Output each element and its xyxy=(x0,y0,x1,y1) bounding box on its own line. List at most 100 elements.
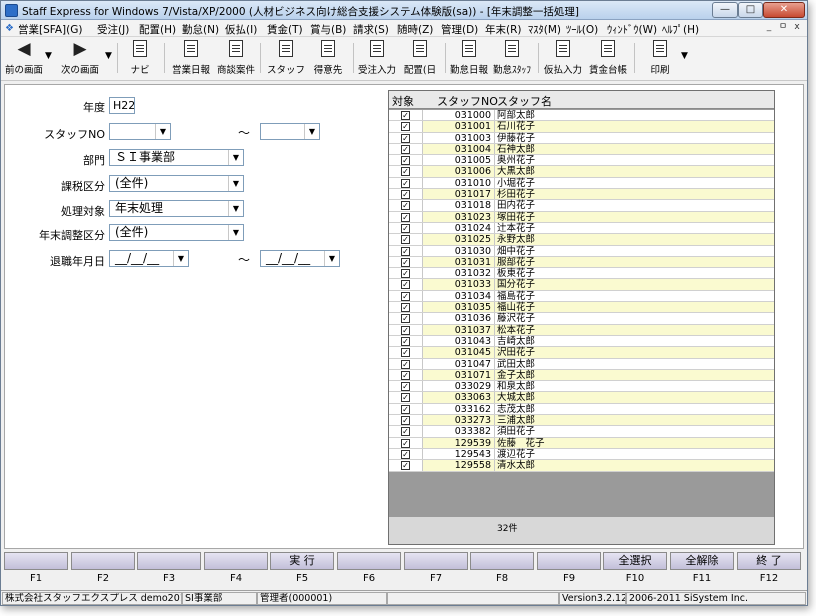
target-cell[interactable]: ✓ xyxy=(389,324,423,335)
menu-admin[interactable]: 管理(D) xyxy=(441,22,478,37)
dept-select[interactable]: ＳＩ事業部 ▼ xyxy=(109,149,244,166)
target-checkbox[interactable]: ✓ xyxy=(401,370,410,380)
adjust-select[interactable]: (全件) ▼ xyxy=(109,224,244,241)
target-checkbox[interactable]: ✓ xyxy=(401,303,410,313)
target-cell[interactable]: ✓ xyxy=(389,121,423,132)
fkey-f10-button[interactable]: 全選択 xyxy=(603,552,667,570)
staff-button[interactable]: スタッフ xyxy=(264,39,308,79)
target-cell[interactable]: ✓ xyxy=(389,234,423,245)
table-row[interactable]: ✓ 031024 辻本花子 xyxy=(389,222,774,235)
target-checkbox[interactable]: ✓ xyxy=(401,212,410,222)
menu-anytime[interactable]: 随時(Z) xyxy=(397,22,433,37)
wage-ledger-button[interactable]: 賃金台帳 xyxy=(586,39,630,79)
target-cell[interactable]: ✓ xyxy=(389,302,423,313)
target-checkbox[interactable]: ✓ xyxy=(401,393,410,403)
col-staff-name[interactable]: スタッフ名 xyxy=(497,93,552,109)
back-dropdown-icon[interactable]: ▼ xyxy=(45,51,52,61)
attendance-report-button[interactable]: 勤怠日報 xyxy=(448,39,490,79)
target-cell[interactable]: ✓ xyxy=(389,460,423,471)
target-checkbox[interactable]: ✓ xyxy=(401,449,410,459)
menu-master[interactable]: ﾏｽﾀ(M) xyxy=(528,22,561,37)
fkey-f7-button[interactable] xyxy=(404,552,468,570)
menu-bonus[interactable]: 賞与(B) xyxy=(310,22,346,37)
target-checkbox[interactable]: ✓ xyxy=(401,223,410,233)
table-row[interactable]: ✓ 031006 大黒太郎 xyxy=(389,166,774,178)
menu-placement[interactable]: 配置(H) xyxy=(139,22,176,37)
mdi-minimize-button[interactable]: _ xyxy=(763,22,775,34)
target-checkbox[interactable]: ✓ xyxy=(401,122,410,132)
target-cell[interactable]: ✓ xyxy=(389,132,423,143)
table-row[interactable]: ✓ 033029 和泉太郎 xyxy=(389,381,774,393)
target-cell[interactable]: ✓ xyxy=(389,279,423,290)
advance-entry-button[interactable]: 仮払入力 xyxy=(541,39,585,79)
table-row[interactable]: ✓ 031034 福島花子 xyxy=(389,290,774,303)
navi-button[interactable]: ナビ xyxy=(122,39,158,79)
target-checkbox[interactable]: ✓ xyxy=(401,382,410,392)
target-cell[interactable]: ✓ xyxy=(389,369,423,381)
deal-button[interactable]: 商談案件 xyxy=(213,39,259,79)
fkey-f3-button[interactable] xyxy=(137,552,201,570)
table-row[interactable]: ✓ 031005 奥州花子 xyxy=(389,155,774,167)
target-cell[interactable]: ✓ xyxy=(389,426,423,437)
attendance-staff-button[interactable]: 勤怠ｽﾀｯﾌ xyxy=(490,39,534,79)
target-checkbox[interactable]: ✓ xyxy=(401,257,410,267)
table-row[interactable]: ✓ 031037 松本花子 xyxy=(389,324,774,336)
table-row[interactable]: ✓ 031035 福山花子 xyxy=(389,302,774,314)
table-row[interactable]: ✓ 031047 武田太郎 xyxy=(389,358,774,370)
target-checkbox[interactable]: ✓ xyxy=(401,144,410,154)
fkey-f1-button[interactable] xyxy=(4,552,68,570)
print-button[interactable]: 印刷 xyxy=(642,39,678,79)
table-row[interactable]: ✓ 031043 吉崎太郎 xyxy=(389,335,774,348)
table-row[interactable]: ✓ 031004 石神太郎 xyxy=(389,143,774,156)
menu-advance[interactable]: 仮払(I) xyxy=(225,22,257,37)
table-row[interactable]: ✓ 031032 板東花子 xyxy=(389,268,774,280)
target-checkbox[interactable]: ✓ xyxy=(401,280,410,290)
target-cell[interactable]: ✓ xyxy=(389,335,423,347)
target-cell[interactable]: ✓ xyxy=(389,347,423,358)
year-input[interactable]: H22 xyxy=(109,97,135,114)
table-row[interactable]: ✓ 031003 伊藤花子 xyxy=(389,132,774,144)
table-row[interactable]: ✓ 129543 渡辺花子 xyxy=(389,448,774,461)
retire-to-date[interactable]: __/__/__ ▼ xyxy=(260,250,340,267)
target-cell[interactable]: ✓ xyxy=(389,448,423,460)
fkey-f4-button[interactable] xyxy=(204,552,268,570)
target-checkbox[interactable]: ✓ xyxy=(401,235,410,245)
target-checkbox[interactable]: ✓ xyxy=(401,269,410,279)
target-cell[interactable]: ✓ xyxy=(389,245,423,256)
table-row[interactable]: ✓ 031030 畑中花子 xyxy=(389,245,774,257)
target-checkbox[interactable]: ✓ xyxy=(401,133,410,143)
target-cell[interactable]: ✓ xyxy=(389,381,423,392)
target-cell[interactable]: ✓ xyxy=(389,403,423,415)
table-row[interactable]: ✓ 031018 田内花子 xyxy=(389,200,774,212)
target-cell[interactable]: ✓ xyxy=(389,143,423,155)
table-row[interactable]: ✓ 033063 大城太郎 xyxy=(389,392,774,404)
target-checkbox[interactable]: ✓ xyxy=(401,461,410,471)
target-checkbox[interactable]: ✓ xyxy=(401,111,410,120)
target-cell[interactable]: ✓ xyxy=(389,415,423,426)
target-cell[interactable]: ✓ xyxy=(389,256,423,268)
target-cell[interactable]: ✓ xyxy=(389,290,423,302)
target-checkbox[interactable]: ✓ xyxy=(401,291,410,301)
next-dropdown-icon[interactable]: ▼ xyxy=(105,51,112,61)
target-cell[interactable]: ✓ xyxy=(389,222,423,234)
print-dropdown-icon[interactable]: ▼ xyxy=(681,51,688,61)
menu-sales[interactable]: 営業[SFA](G) xyxy=(18,22,82,37)
table-row[interactable]: ✓ 031036 藤沢花子 xyxy=(389,313,774,325)
fkey-f11-button[interactable]: 全解除 xyxy=(670,552,734,570)
mdi-close-button[interactable]: x xyxy=(791,22,803,34)
fkey-f6-button[interactable] xyxy=(337,552,401,570)
target-cell[interactable]: ✓ xyxy=(389,268,423,279)
table-row[interactable]: ✓ 031000 阿部太郎 xyxy=(389,110,774,122)
table-row[interactable]: ✓ 031023 塚田花子 xyxy=(389,211,774,223)
target-checkbox[interactable]: ✓ xyxy=(401,438,410,448)
target-cell[interactable]: ✓ xyxy=(389,437,423,448)
menu-orders[interactable]: 受注(J) xyxy=(97,22,129,37)
menu-help[interactable]: ﾍﾙﾌﾟ(H) xyxy=(662,22,699,37)
table-row[interactable]: ✓ 031010 小堀花子 xyxy=(389,177,774,190)
table-row[interactable]: ✓ 031031 服部花子 xyxy=(389,256,774,269)
target-checkbox[interactable]: ✓ xyxy=(401,190,410,200)
fkey-f12-button[interactable]: 終 了 xyxy=(737,552,801,570)
target-checkbox[interactable]: ✓ xyxy=(401,178,410,188)
table-row[interactable]: ✓ 129539 佐藤 花子 xyxy=(389,437,774,449)
staff-no-to-select[interactable]: ▼ xyxy=(260,123,320,140)
